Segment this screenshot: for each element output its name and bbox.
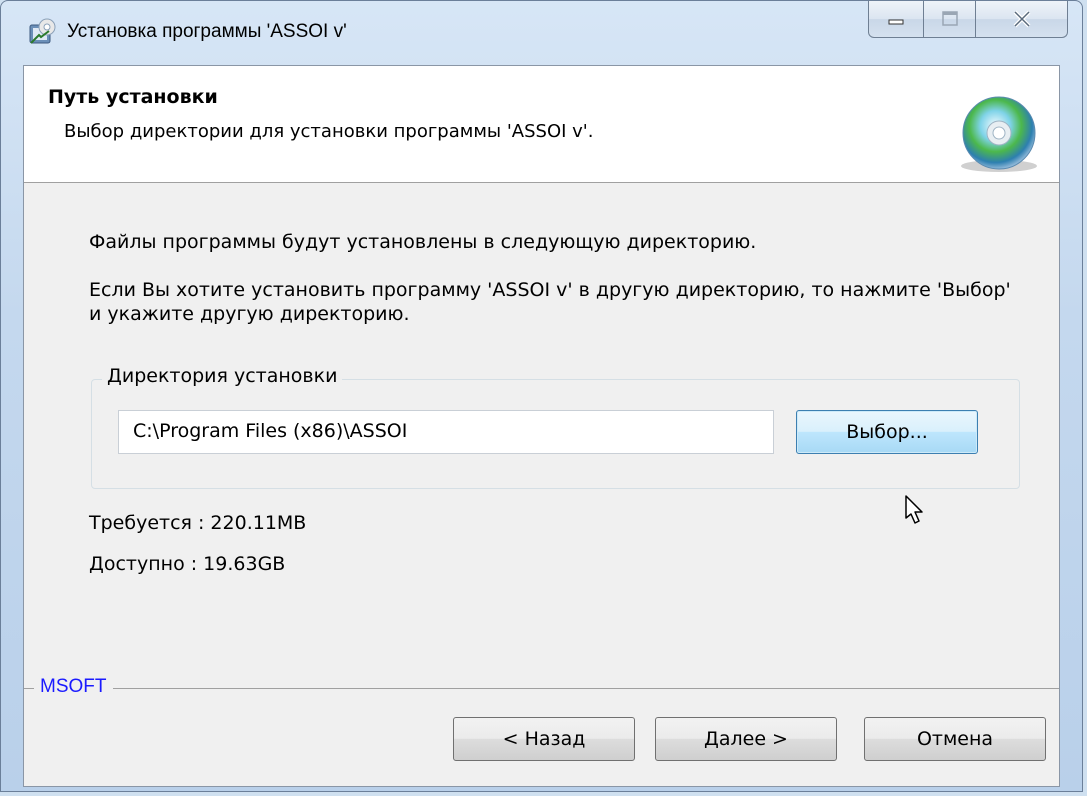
close-icon: [1013, 10, 1030, 28]
next-button[interactable]: Далее >: [655, 717, 837, 761]
browse-button-label: Выбор...: [846, 421, 928, 443]
wizard-header: Путь установки Выбор директории для уста…: [24, 66, 1059, 183]
page-subtitle: Выбор директории для установки программы…: [64, 121, 594, 142]
footer-divider: [24, 688, 1059, 689]
page-title: Путь установки: [48, 86, 218, 108]
space-required: Требуется : 220.11MB: [89, 512, 307, 534]
cd-disc-icon: [961, 96, 1037, 172]
cancel-button-label: Отмена: [916, 728, 994, 750]
installer-app-icon: [29, 18, 56, 44]
install-directory-group: Директория установки C:\Program Files (x…: [91, 365, 1020, 489]
close-button[interactable]: [976, 1, 1068, 38]
cancel-button[interactable]: Отмена: [864, 717, 1046, 761]
back-button-label: < Назад: [502, 728, 586, 750]
window-controls: [868, 1, 1068, 39]
title-bar[interactable]: Установка программы 'ASSOI v': [1, 1, 1082, 59]
brand-label: MSOFT: [34, 676, 113, 698]
maximize-button[interactable]: [924, 1, 976, 38]
back-button[interactable]: < Назад: [453, 717, 635, 761]
instructions-text: Если Вы хотите установить программу 'ASS…: [89, 279, 1011, 325]
wizard-client-area: Путь установки Выбор директории для уста…: [23, 65, 1060, 787]
minimize-button[interactable]: [868, 1, 924, 38]
next-button-label: Далее >: [704, 728, 788, 750]
install-path-input[interactable]: C:\Program Files (x86)\ASSOI: [118, 410, 774, 454]
mouse-cursor-icon: [905, 495, 923, 524]
space-available: Доступно : 19.63GB: [89, 553, 286, 575]
minimize-icon: [888, 19, 904, 25]
window-title: Установка программы 'ASSOI v': [67, 21, 347, 42]
info-text: Файлы программы будут установлены в след…: [89, 231, 757, 253]
maximize-icon: [941, 11, 958, 26]
browse-button[interactable]: Выбор...: [796, 410, 978, 454]
installer-window: Установка программы 'ASSOI v' Путь устан…: [0, 0, 1083, 792]
install-directory-legend: Директория установки: [102, 365, 343, 387]
